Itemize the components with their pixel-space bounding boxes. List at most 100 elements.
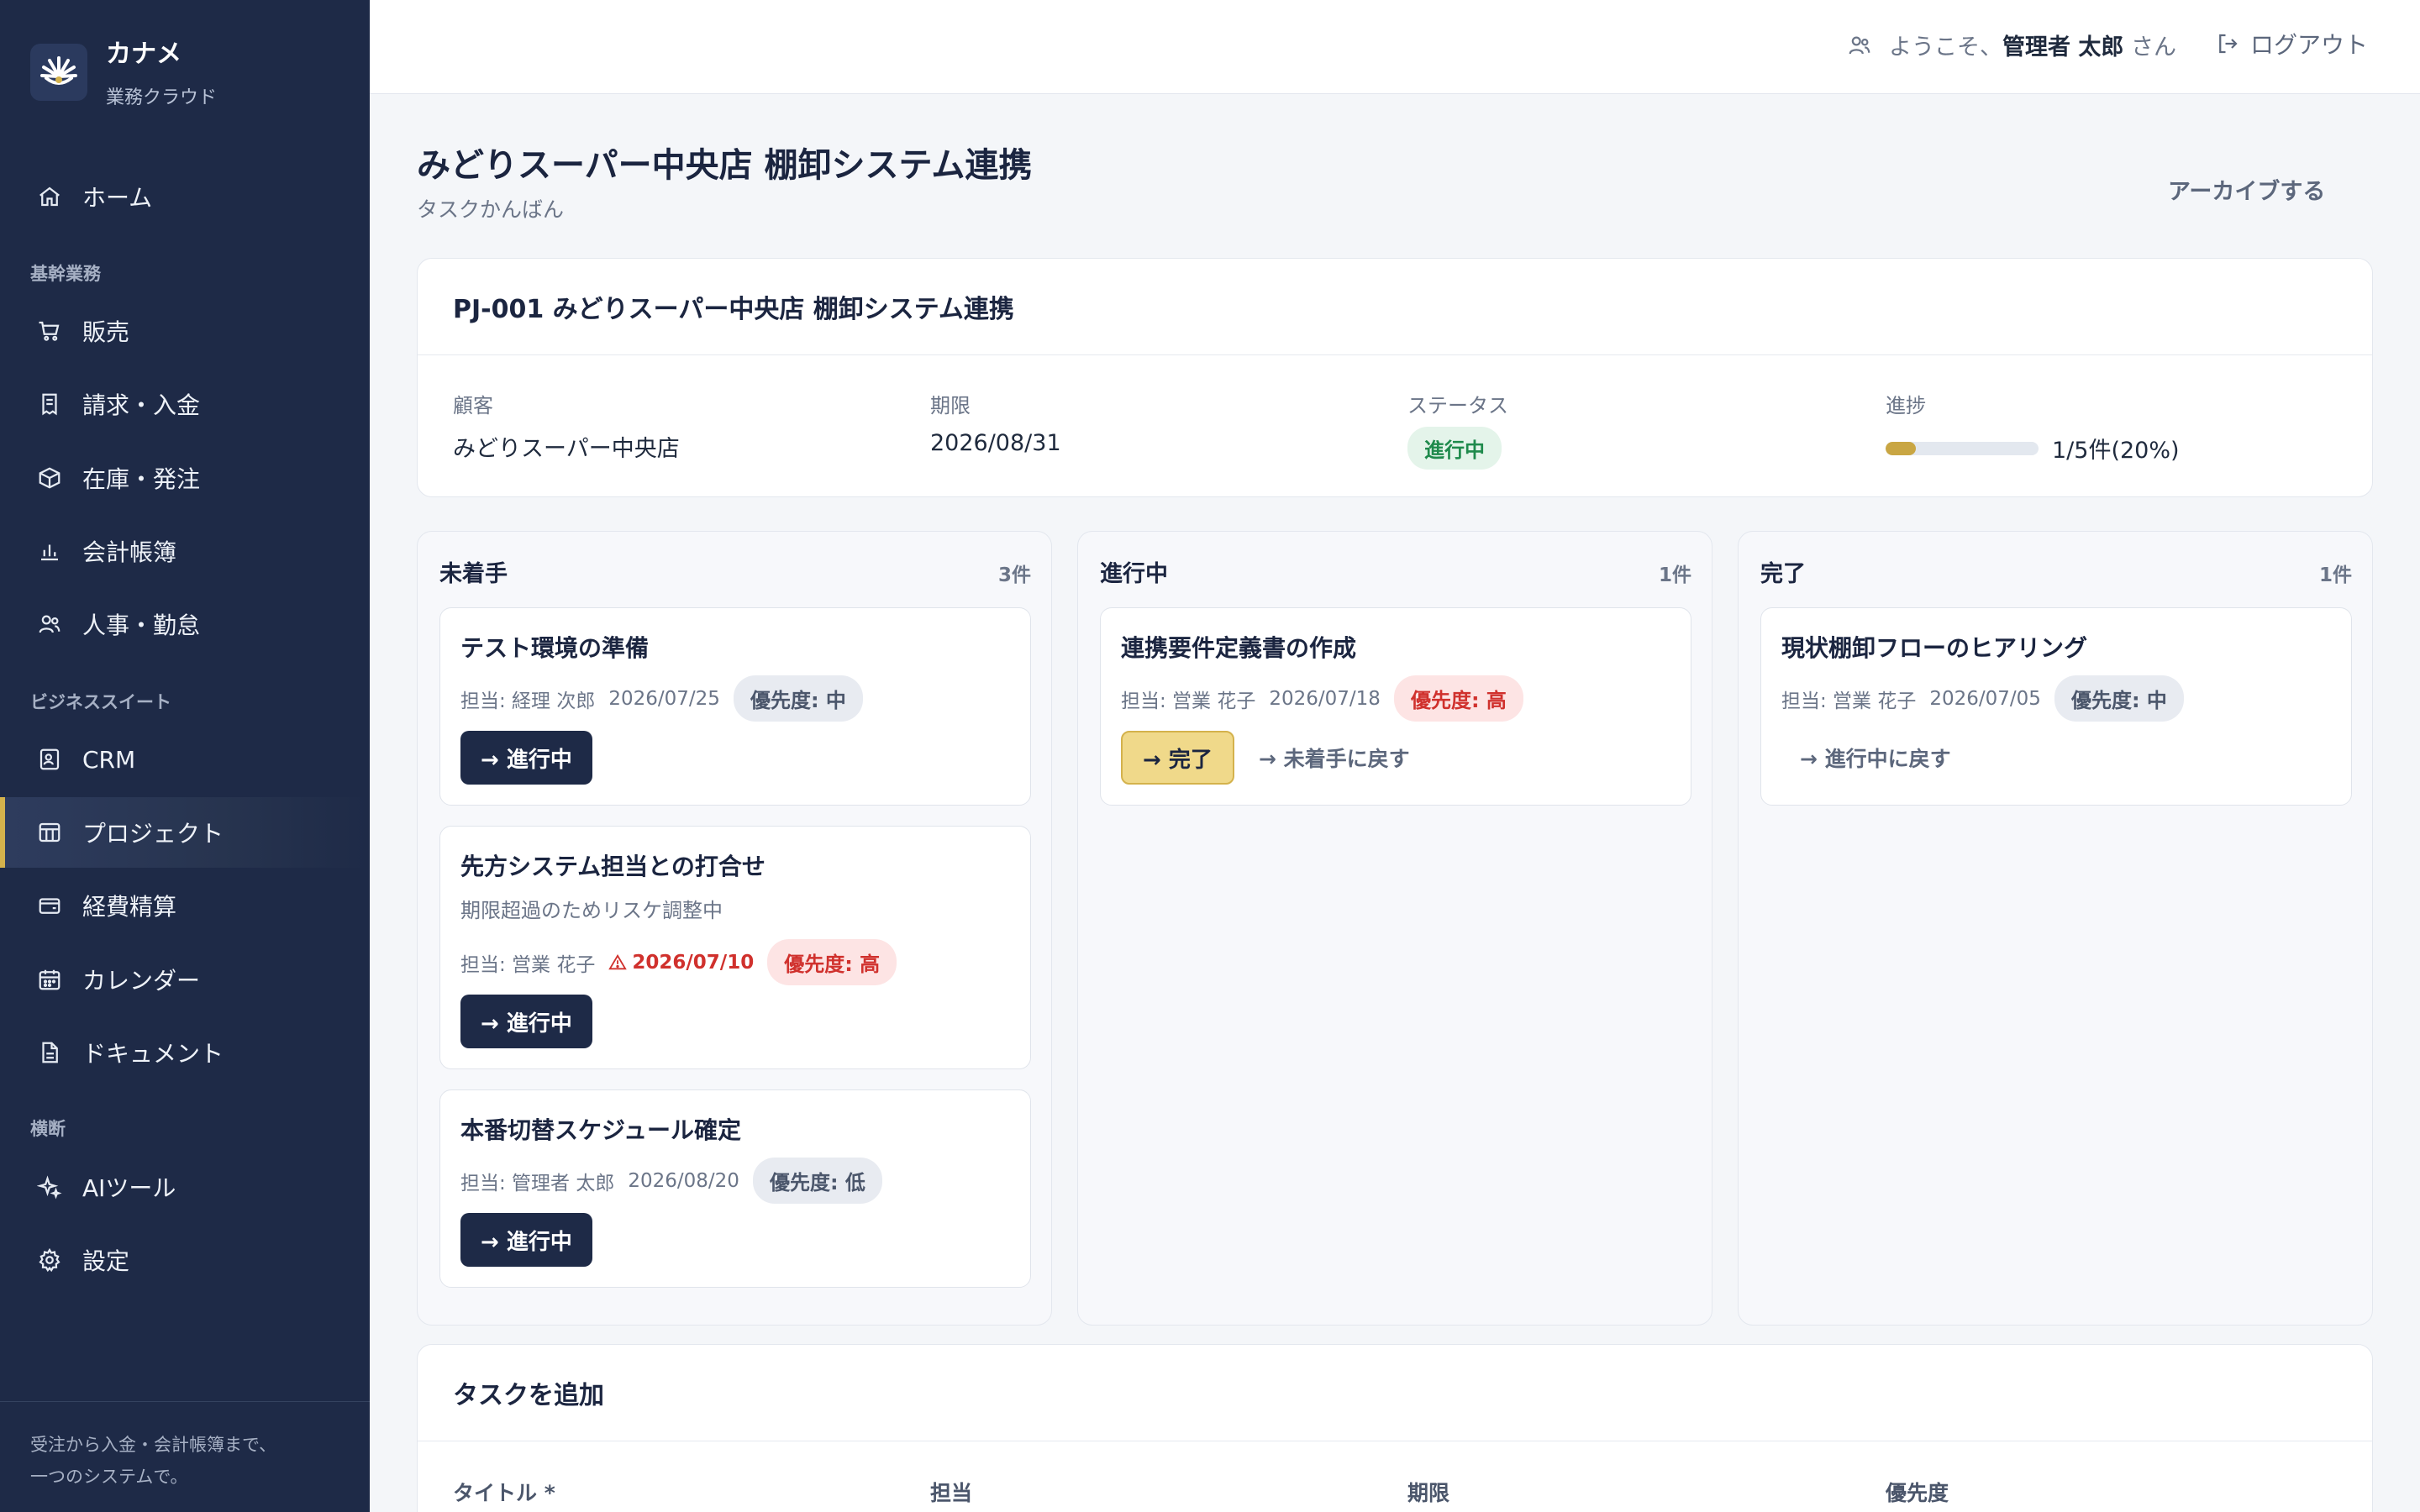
home-icon — [35, 182, 64, 211]
sidebar-item-settings[interactable]: 設定 — [0, 1225, 370, 1295]
column-count: 3件 — [997, 564, 1031, 586]
move-to-in-progress-button[interactable]: → 進行中 — [460, 731, 592, 785]
sidebar-item-project[interactable]: プロジェクト — [0, 797, 370, 868]
nav-section-suite: ビジネススイート — [30, 692, 171, 712]
sidebar-item-label: カレンダー — [82, 967, 201, 995]
task-title: テスト環境の準備 — [460, 634, 650, 662]
move-to-in-progress-button[interactable]: → 進行中 — [460, 995, 592, 1048]
sidebar-item-sales[interactable]: 販売 — [0, 296, 370, 366]
footer-line: 一つのシステムで。 — [30, 1467, 188, 1487]
page-subtitle: タスクかんばん — [417, 197, 565, 222]
sidebar-item-label: 在庫・発注 — [82, 465, 201, 493]
sidebar-item-label: 設定 — [82, 1247, 130, 1275]
user-icon — [1847, 33, 1872, 58]
welcome-suffix: さん — [2123, 34, 2176, 60]
warning-icon — [608, 953, 628, 972]
status-badge: 進行中 — [1407, 427, 1502, 470]
customer-label: 顧客 — [453, 394, 493, 417]
archive-button[interactable]: アーカイブする — [2168, 173, 2325, 206]
cart-icon — [35, 317, 64, 345]
task-title: 現状棚卸フローのヒアリング — [1781, 634, 2088, 662]
task-assignee: 担当: 営業 花子 — [1781, 690, 1917, 712]
sidebar-item-label: 会計帳簿 — [82, 538, 177, 566]
sidebar-item-home[interactable]: ホーム — [0, 161, 370, 232]
priority-field-label: 優先度 — [1886, 1481, 1949, 1505]
nav-section-cross: 横断 — [30, 1119, 66, 1139]
sidebar-item-billing[interactable]: 請求・入金 — [0, 369, 370, 439]
logout-label: ログアウト — [2249, 31, 2368, 59]
logo-icon — [30, 44, 87, 101]
sidebar-item-crm[interactable]: CRM — [0, 724, 370, 795]
user-name: 管理者 太郎 — [2002, 34, 2124, 60]
column-title: 完了 — [1760, 561, 1806, 587]
task-card[interactable]: 本番切替スケジュール確定 担当: 管理者 太郎 2026/08/20 優先度: … — [439, 1089, 1031, 1288]
sidebar-item-accounting[interactable]: 会計帳簿 — [0, 516, 370, 586]
sidebar-item-inventory[interactable]: 在庫・発注 — [0, 443, 370, 513]
sidebar-item-expense[interactable]: 経費精算 — [0, 870, 370, 941]
sidebar-item-label: ドキュメント — [82, 1040, 224, 1068]
sparkle-icon — [35, 1173, 64, 1201]
sidebar-item-label: AIツール — [82, 1174, 176, 1202]
task-assignee: 担当: 経理 次郎 — [460, 690, 596, 712]
task-due: 2026/07/10 — [632, 951, 755, 974]
sidebar-item-docs[interactable]: ドキュメント — [0, 1017, 370, 1088]
status-label: ステータス — [1407, 394, 1508, 417]
task-assignee: 担当: 管理者 太郎 — [460, 1172, 615, 1194]
move-back-to-in-progress-button[interactable]: → 進行中に戻す — [1800, 731, 1951, 785]
move-back-to-todo-button[interactable]: → 未着手に戻す — [1259, 731, 1410, 785]
column-title: 未着手 — [439, 561, 508, 587]
status-field: ステータス 進行中 — [1407, 389, 1508, 470]
column-title: 進行中 — [1100, 561, 1168, 587]
sidebar-item-calendar[interactable]: カレンダー — [0, 944, 370, 1015]
progress-text: 1/5件(20%) — [2052, 438, 2180, 464]
box-icon — [35, 464, 64, 492]
customer-field: 顧客 みどりスーパー中央店 — [453, 389, 680, 463]
sidebar-item-hr[interactable]: 人事・勤怠 — [0, 589, 370, 659]
contact-card-icon — [35, 745, 64, 774]
kanban-column-in-progress: 進行中 1件 連携要件定義書の作成 担当: 営業 花子 2026/07/18 優… — [1077, 531, 1712, 1326]
task-assignee: 担当: 営業 花子 — [460, 953, 596, 976]
priority-badge: 優先度: 高 — [1393, 675, 1523, 722]
task-due: 2026/07/05 — [1929, 687, 2041, 710]
brand[interactable]: カナメ 業務クラウド — [30, 39, 217, 109]
nav-section-core: 基幹業務 — [30, 264, 101, 284]
move-to-done-button[interactable]: → 完了 — [1121, 731, 1234, 785]
receipt-icon — [35, 390, 64, 418]
task-card[interactable]: テスト環境の準備 担当: 経理 次郎 2026/07/25 優先度: 中 → 進… — [439, 607, 1031, 806]
column-count: 1件 — [1658, 564, 1691, 586]
priority-badge: 優先度: 高 — [767, 939, 897, 985]
column-count: 1件 — [2318, 564, 2352, 586]
sidebar-item-ai[interactable]: AIツール — [0, 1152, 370, 1222]
add-task-card: タスクを追加 タイトル * 担当 期限 優先度 — [417, 1344, 2373, 1512]
task-due: 2026/07/25 — [608, 687, 720, 710]
customer-value: みどりスーパー中央店 — [453, 436, 680, 462]
task-due-overdue: 2026/07/10 — [608, 952, 754, 974]
document-icon — [35, 1038, 64, 1067]
progress-bar — [1886, 441, 2039, 455]
logout-button[interactable]: ログアウト — [2215, 27, 2368, 60]
grid-icon — [35, 818, 64, 847]
title-field-label: タイトル * — [453, 1481, 555, 1505]
calendar-icon — [35, 965, 64, 994]
sidebar: カナメ 業務クラウド ホーム 基幹業務 販売 請求・入金 在庫・発注 会計帳簿 … — [0, 0, 370, 1512]
sidebar-item-label: CRM — [82, 745, 136, 774]
task-title: 連携要件定義書の作成 — [1121, 634, 1357, 662]
priority-badge: 優先度: 中 — [2054, 675, 2184, 722]
sidebar-item-label: ホーム — [82, 184, 153, 212]
task-card[interactable]: 先方システム担当との打合せ 期限超過のためリスケ調整中 担当: 営業 花子 20… — [439, 826, 1031, 1069]
progress-bar-fill — [1886, 441, 1917, 455]
due-label: 期限 — [930, 394, 971, 417]
due-field-label: 期限 — [1407, 1481, 1450, 1505]
sidebar-item-label: 請求・入金 — [82, 391, 201, 419]
sidebar-item-label: プロジェクト — [82, 820, 224, 848]
task-card[interactable]: 現状棚卸フローのヒアリング 担当: 営業 花子 2026/07/05 優先度: … — [1760, 607, 2352, 806]
task-due: 2026/08/20 — [628, 1169, 739, 1192]
kanban-column-done: 完了 1件 現状棚卸フローのヒアリング 担当: 営業 花子 2026/07/05… — [1738, 531, 2373, 1326]
users-icon — [35, 610, 64, 638]
move-to-in-progress-button[interactable]: → 進行中 — [460, 1213, 592, 1267]
brand-subtitle: 業務クラウド — [106, 87, 218, 108]
sidebar-item-label: 人事・勤怠 — [82, 612, 201, 639]
task-card[interactable]: 連携要件定義書の作成 担当: 営業 花子 2026/07/18 優先度: 高 →… — [1100, 607, 1691, 806]
sidebar-item-label: 経費精算 — [82, 893, 177, 921]
assignee-field-label: 担当 — [930, 1481, 973, 1505]
